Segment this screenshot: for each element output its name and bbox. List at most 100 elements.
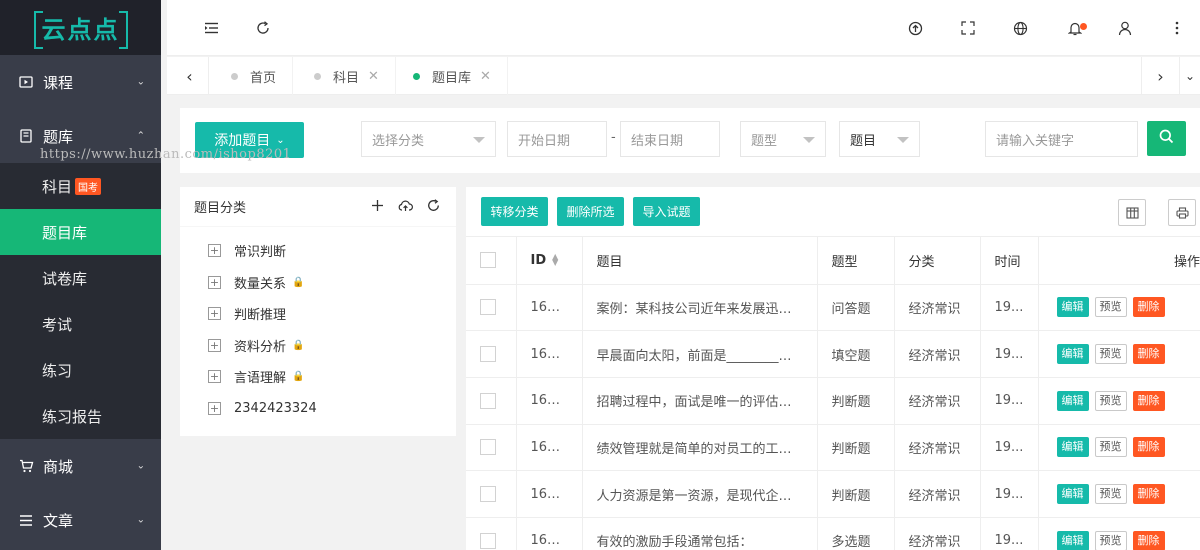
start-date-input[interactable]: 开始日期 <box>507 121 607 157</box>
logo[interactable]: 云点点 <box>0 0 161 55</box>
delete-selected-button[interactable]: 删除所选 <box>557 197 624 226</box>
sub-item-practice[interactable]: 练习 <box>0 347 161 393</box>
tree-node[interactable]: + 言语理解 🔒 <box>180 361 456 393</box>
refresh-icon[interactable] <box>253 18 273 38</box>
sub-item-subject[interactable]: 科目 国考 <box>0 163 161 209</box>
select-all-checkbox[interactable] <box>480 252 496 269</box>
close-icon[interactable]: ✕ <box>368 69 379 84</box>
sub-item-question-library[interactable]: 题目库 <box>0 209 161 255</box>
tree-node-label: 资料分析 <box>234 339 287 355</box>
move-category-button[interactable]: 转移分类 <box>481 197 548 226</box>
cell-type: 判断题 <box>817 470 895 518</box>
sub-item-paper-library[interactable]: 试卷库 <box>0 255 161 301</box>
collapse-menu-icon[interactable] <box>201 18 221 38</box>
tree-node[interactable]: + 资料分析 🔒 <box>180 330 456 362</box>
row-select-cell <box>466 517 517 550</box>
preview-button[interactable]: 预览 <box>1094 390 1127 411</box>
expand-icon[interactable]: + <box>208 370 221 384</box>
row-checkbox[interactable] <box>480 532 496 549</box>
delete-button[interactable]: 删除 <box>1132 530 1165 550</box>
preview-button[interactable]: 预览 <box>1094 344 1127 365</box>
cell-actions: 编辑 预览 删除 <box>1038 377 1200 425</box>
expand-icon[interactable]: + <box>208 275 221 289</box>
row-checkbox[interactable] <box>480 439 496 456</box>
user-icon[interactable] <box>1115 18 1135 38</box>
delete-button[interactable]: 删除 <box>1132 390 1165 411</box>
tree-node[interactable]: + 2342423324 <box>180 393 456 425</box>
search-button[interactable] <box>1147 121 1186 156</box>
tab-question-library[interactable]: 题目库 ✕ <box>397 57 508 95</box>
tree-header: 题目分类 <box>180 187 456 227</box>
refresh-icon[interactable] <box>427 199 440 216</box>
nav-article[interactable]: 文章 ⌄ <box>0 493 161 547</box>
edit-button[interactable]: 编辑 <box>1056 390 1089 411</box>
header-id[interactable]: ID ▲ ▼ <box>516 237 583 285</box>
edit-button[interactable]: 编辑 <box>1056 530 1089 550</box>
preview-button[interactable]: 预览 <box>1094 530 1127 550</box>
more-vertical-icon[interactable] <box>1167 18 1187 38</box>
end-date-input[interactable]: 结束日期 <box>620 121 720 157</box>
delete-button[interactable]: 删除 <box>1132 437 1165 458</box>
tree-node[interactable]: + 判断推理 <box>180 298 456 330</box>
date-separator: - <box>611 130 616 145</box>
nav-shop[interactable]: 商城 ⌄ <box>0 439 161 493</box>
tab-scroll-left-icon[interactable]: ‹ <box>171 57 209 95</box>
preview-button[interactable]: 预览 <box>1094 437 1127 458</box>
cell-id: 16938 <box>516 517 583 550</box>
add-icon[interactable] <box>371 199 384 216</box>
delete-button[interactable]: 删除 <box>1132 484 1165 505</box>
row-checkbox[interactable] <box>480 299 496 316</box>
bell-icon[interactable] <box>1063 18 1087 38</box>
cell-question: 人力资源是第一资源，是现代企业的核心 <box>582 470 818 518</box>
cell-id: 16940 <box>516 424 583 472</box>
chevron-down-icon: ⌄ <box>136 76 145 88</box>
category-placeholder: 选择分类 <box>372 133 425 149</box>
sub-item-practice-report[interactable]: 练习报告 <box>0 393 161 439</box>
question-type-select[interactable]: 题型 <box>740 121 826 157</box>
delete-button[interactable]: 删除 <box>1132 297 1165 318</box>
select-all-cell <box>466 237 517 285</box>
expand-icon[interactable]: + <box>208 244 221 258</box>
edit-button[interactable]: 编辑 <box>1056 437 1089 458</box>
fullscreen-icon[interactable] <box>958 18 978 38</box>
row-checkbox[interactable] <box>480 486 496 503</box>
globe-icon[interactable] <box>1010 18 1030 38</box>
print-icon[interactable] <box>1168 199 1196 226</box>
sort-icon[interactable]: ▲ ▼ <box>552 253 558 267</box>
tab-scroll-right-icon[interactable]: › <box>1141 57 1179 95</box>
preview-button[interactable]: 预览 <box>1094 297 1127 318</box>
tab-menu-chevron-icon[interactable]: ⌄ <box>1179 57 1200 95</box>
tab-home[interactable]: 首页 <box>215 57 294 95</box>
cell-actions: 编辑 预览 删除 <box>1038 517 1200 550</box>
edit-button[interactable]: 编辑 <box>1056 297 1089 318</box>
columns-icon[interactable] <box>1118 199 1146 226</box>
expand-icon[interactable]: + <box>208 307 221 321</box>
edit-button[interactable]: 编辑 <box>1056 344 1089 365</box>
sidebar: 云点点 课程 ⌄ 题库 ⌃ 科目 国考 题目库 试卷库 考试 练习 练习报告 商… <box>0 0 161 550</box>
edit-button[interactable]: 编辑 <box>1056 484 1089 505</box>
tab-subject[interactable]: 科目 ✕ <box>298 57 396 95</box>
expand-icon[interactable]: + <box>208 338 221 352</box>
close-icon[interactable]: ✕ <box>480 69 491 84</box>
nav-course[interactable]: 课程 ⌄ <box>0 55 161 109</box>
import-questions-button[interactable]: 导入试题 <box>633 197 700 226</box>
category-select[interactable]: 选择分类 <box>361 121 496 157</box>
tree-node-list: + 常识判断 + 数量关系 🔒 + 判断推理 + 资料分析 🔒 + 言语理解 🔒… <box>180 227 456 424</box>
filter-bar: 添加题目 ⌄ 选择分类 开始日期 - 结束日期 题型 题目 请输入关键字 <box>180 108 1200 173</box>
preview-button[interactable]: 预览 <box>1094 484 1127 505</box>
nav-article-label: 文章 <box>43 511 74 530</box>
caret-down-icon <box>473 137 485 143</box>
tab-label: 首页 <box>250 70 277 86</box>
upload-icon[interactable] <box>905 18 925 38</box>
cloud-upload-icon[interactable] <box>398 199 413 216</box>
delete-button[interactable]: 删除 <box>1132 344 1165 365</box>
keyword-input[interactable]: 请输入关键字 <box>985 121 1138 157</box>
tree-node[interactable]: + 常识判断 <box>180 235 456 267</box>
expand-icon[interactable]: + <box>208 401 221 415</box>
tree-node[interactable]: + 数量关系 🔒 <box>180 267 456 299</box>
cell-type: 判断题 <box>817 424 895 472</box>
row-checkbox[interactable] <box>480 346 496 363</box>
search-field-select[interactable]: 题目 <box>839 121 920 157</box>
row-checkbox[interactable] <box>480 392 496 409</box>
sub-item-exam[interactable]: 考试 <box>0 301 161 347</box>
